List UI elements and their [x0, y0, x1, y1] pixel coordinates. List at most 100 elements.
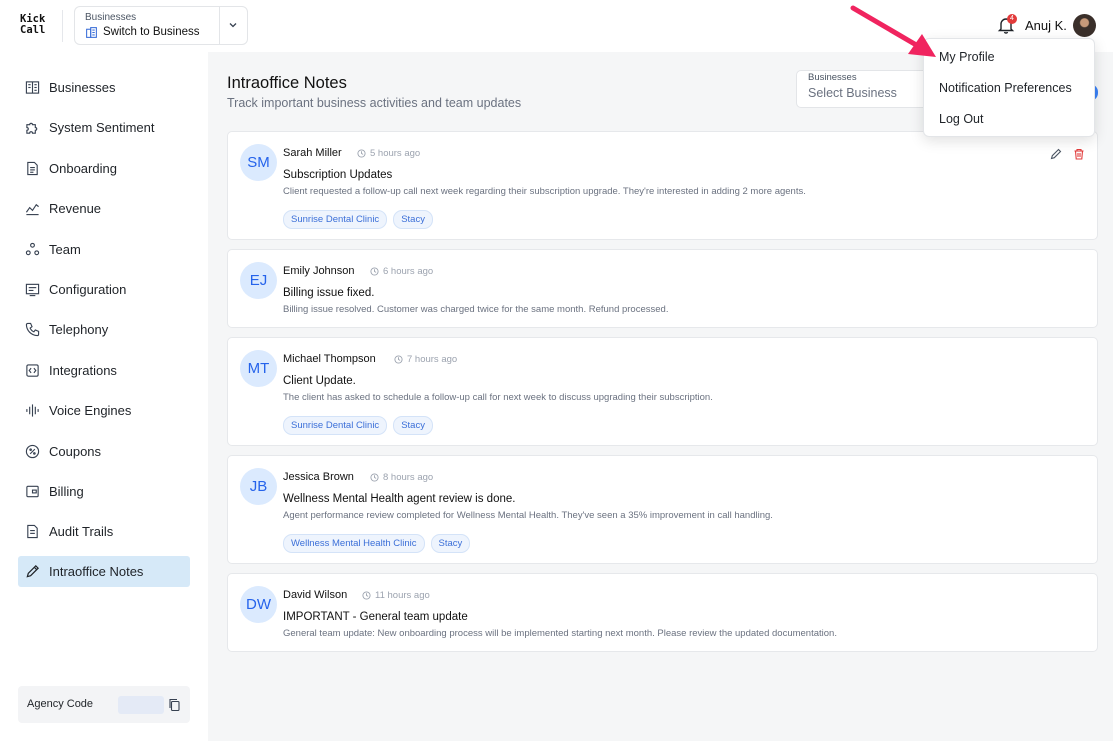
code-icon	[26, 364, 39, 377]
clock-icon	[357, 149, 366, 158]
user-name[interactable]: Anuj K.	[1025, 18, 1067, 33]
author-avatar: EJ	[240, 262, 277, 299]
trend-chart-icon	[25, 203, 39, 216]
annotation-arrow-icon	[850, 5, 936, 57]
author-avatar: SM	[240, 144, 277, 181]
note-title: Subscription Updates	[283, 169, 393, 181]
sidebar-item-revenue[interactable]: Revenue	[18, 193, 190, 224]
business-switcher[interactable]: Businesses Switch to Business	[74, 6, 248, 45]
note-card: SM Sarah Miller 5 hours ago Subscription…	[227, 131, 1098, 240]
sidebar-item-system-sentiment[interactable]: System Sentiment	[18, 112, 190, 143]
note-time: 7 hours ago	[394, 354, 457, 365]
sidebar-item-voice-engines[interactable]: Voice Engines	[18, 395, 190, 426]
sidebar-item-label: Revenue	[49, 201, 102, 216]
note-time: 11 hours ago	[362, 590, 430, 601]
note-title: IMPORTANT - General team update	[283, 611, 468, 623]
page-title: Intraoffice Notes	[227, 74, 347, 92]
sidebar-item-label: Intraoffice Notes	[49, 564, 144, 579]
terminal-icon	[25, 283, 40, 297]
tag[interactable]: Wellness Mental Health Clinic	[283, 534, 425, 553]
note-body: Agent performance review completed for W…	[283, 510, 773, 521]
note-time: 8 hours ago	[370, 472, 433, 483]
sidebar-item-audit-trails[interactable]: Audit Trails	[18, 516, 190, 547]
note-author: Michael Thompson	[283, 353, 376, 365]
menu-item-my-profile[interactable]: My Profile	[939, 50, 995, 64]
sidebar-item-label: System Sentiment	[49, 120, 155, 135]
business-switcher-label: Businesses	[85, 12, 137, 23]
note-body: General team update: New onboarding proc…	[283, 628, 837, 639]
sidebar-item-label: Coupons	[49, 444, 102, 459]
audit-icon	[27, 524, 38, 539]
sidebar-item-label: Onboarding	[49, 161, 117, 176]
pencil-icon	[26, 565, 39, 578]
note-time: 6 hours ago	[370, 266, 433, 277]
note-author: David Wilson	[283, 589, 348, 601]
tag[interactable]: Sunrise Dental Clinic	[283, 416, 388, 435]
note-body: Billing issue resolved. Customer was cha…	[283, 304, 669, 315]
clock-icon	[362, 591, 371, 600]
logo[interactable]: Kick Call	[20, 14, 45, 36]
author-avatar: DW	[240, 586, 277, 623]
building-icon	[25, 81, 40, 94]
sidebar-item-label: Audit Trails	[49, 524, 114, 539]
tag[interactable]: Stacy	[393, 210, 433, 229]
edit-icon[interactable]	[1050, 148, 1062, 160]
note-title: Billing issue fixed.	[283, 287, 375, 299]
sidebar-item-label: Billing	[49, 484, 84, 499]
sidebar-item-team[interactable]: Team	[18, 234, 190, 265]
phone-icon	[25, 322, 40, 337]
sidebar-item-label: Team	[49, 242, 81, 257]
menu-item-notification-preferences[interactable]: Notification Preferences	[939, 81, 1072, 95]
wallet-icon	[26, 485, 39, 498]
sidebar-item-integrations[interactable]: Integrations	[18, 355, 190, 386]
chevron-down-icon[interactable]	[227, 19, 239, 31]
sidebar-item-intraoffice-notes[interactable]: Intraoffice Notes	[18, 556, 190, 587]
business-filter-placeholder: Select Business	[808, 86, 897, 100]
agency-code-panel: Agency Code	[18, 686, 190, 723]
sidebar-item-configuration[interactable]: Configuration	[18, 274, 190, 305]
puzzle-icon	[26, 122, 38, 134]
clock-icon	[370, 473, 379, 482]
note-body: Client requested a follow-up call next w…	[283, 186, 806, 197]
menu-item-log-out[interactable]: Log Out	[939, 112, 983, 126]
building-icon	[86, 27, 97, 38]
sidebar-item-onboarding[interactable]: Onboarding	[18, 153, 190, 184]
copy-icon[interactable]	[168, 698, 180, 711]
note-author: Sarah Miller	[283, 147, 342, 159]
avatar[interactable]	[1073, 14, 1096, 37]
note-tags: Wellness Mental Health Clinic Stacy	[283, 534, 471, 553]
note-card: DW David Wilson 11 hours ago IMPORTANT -…	[227, 573, 1098, 652]
sidebar-item-label: Integrations	[49, 363, 117, 378]
sidebar-item-label: Voice Engines	[49, 403, 132, 418]
clock-icon	[394, 355, 403, 364]
waveform-icon	[26, 404, 39, 417]
sidebar-item-coupons[interactable]: Coupons	[18, 436, 190, 467]
note-title: Client Update.	[283, 375, 356, 387]
agency-code-value	[118, 696, 164, 714]
note-card: JB Jessica Brown 8 hours ago Wellness Me…	[227, 455, 1098, 564]
business-filter-select[interactable]: Businesses Select Business	[796, 70, 936, 108]
sidebar-item-telephony[interactable]: Telephony	[18, 314, 190, 345]
business-filter-label: Businesses	[808, 72, 857, 83]
tag[interactable]: Stacy	[430, 534, 471, 553]
sidebar-item-billing[interactable]: Billing	[18, 476, 190, 507]
trash-icon[interactable]	[1073, 148, 1085, 160]
sidebar-item-businesses[interactable]: Businesses	[18, 72, 190, 103]
author-avatar: MT	[240, 350, 277, 387]
divider	[62, 10, 63, 42]
profile-menu: My Profile Notification Preferences Log …	[923, 38, 1095, 137]
sidebar: Businesses System Sentiment Onboarding R…	[0, 52, 208, 741]
note-body: The client has asked to schedule a follo…	[283, 392, 713, 403]
note-card: MT Michael Thompson 7 hours ago Client U…	[227, 337, 1098, 446]
document-icon	[27, 161, 38, 176]
note-tags: Sunrise Dental Clinic Stacy	[283, 210, 433, 229]
clock-icon	[370, 267, 379, 276]
note-time: 5 hours ago	[357, 148, 420, 159]
note-card: EJ Emily Johnson 6 hours ago Billing iss…	[227, 249, 1098, 328]
note-title: Wellness Mental Health agent review is d…	[283, 493, 516, 505]
notification-badge: 4	[1007, 14, 1017, 24]
coupon-icon	[25, 444, 40, 459]
tag[interactable]: Stacy	[393, 416, 433, 435]
sidebar-item-label: Telephony	[49, 322, 109, 337]
tag[interactable]: Sunrise Dental Clinic	[283, 210, 388, 229]
